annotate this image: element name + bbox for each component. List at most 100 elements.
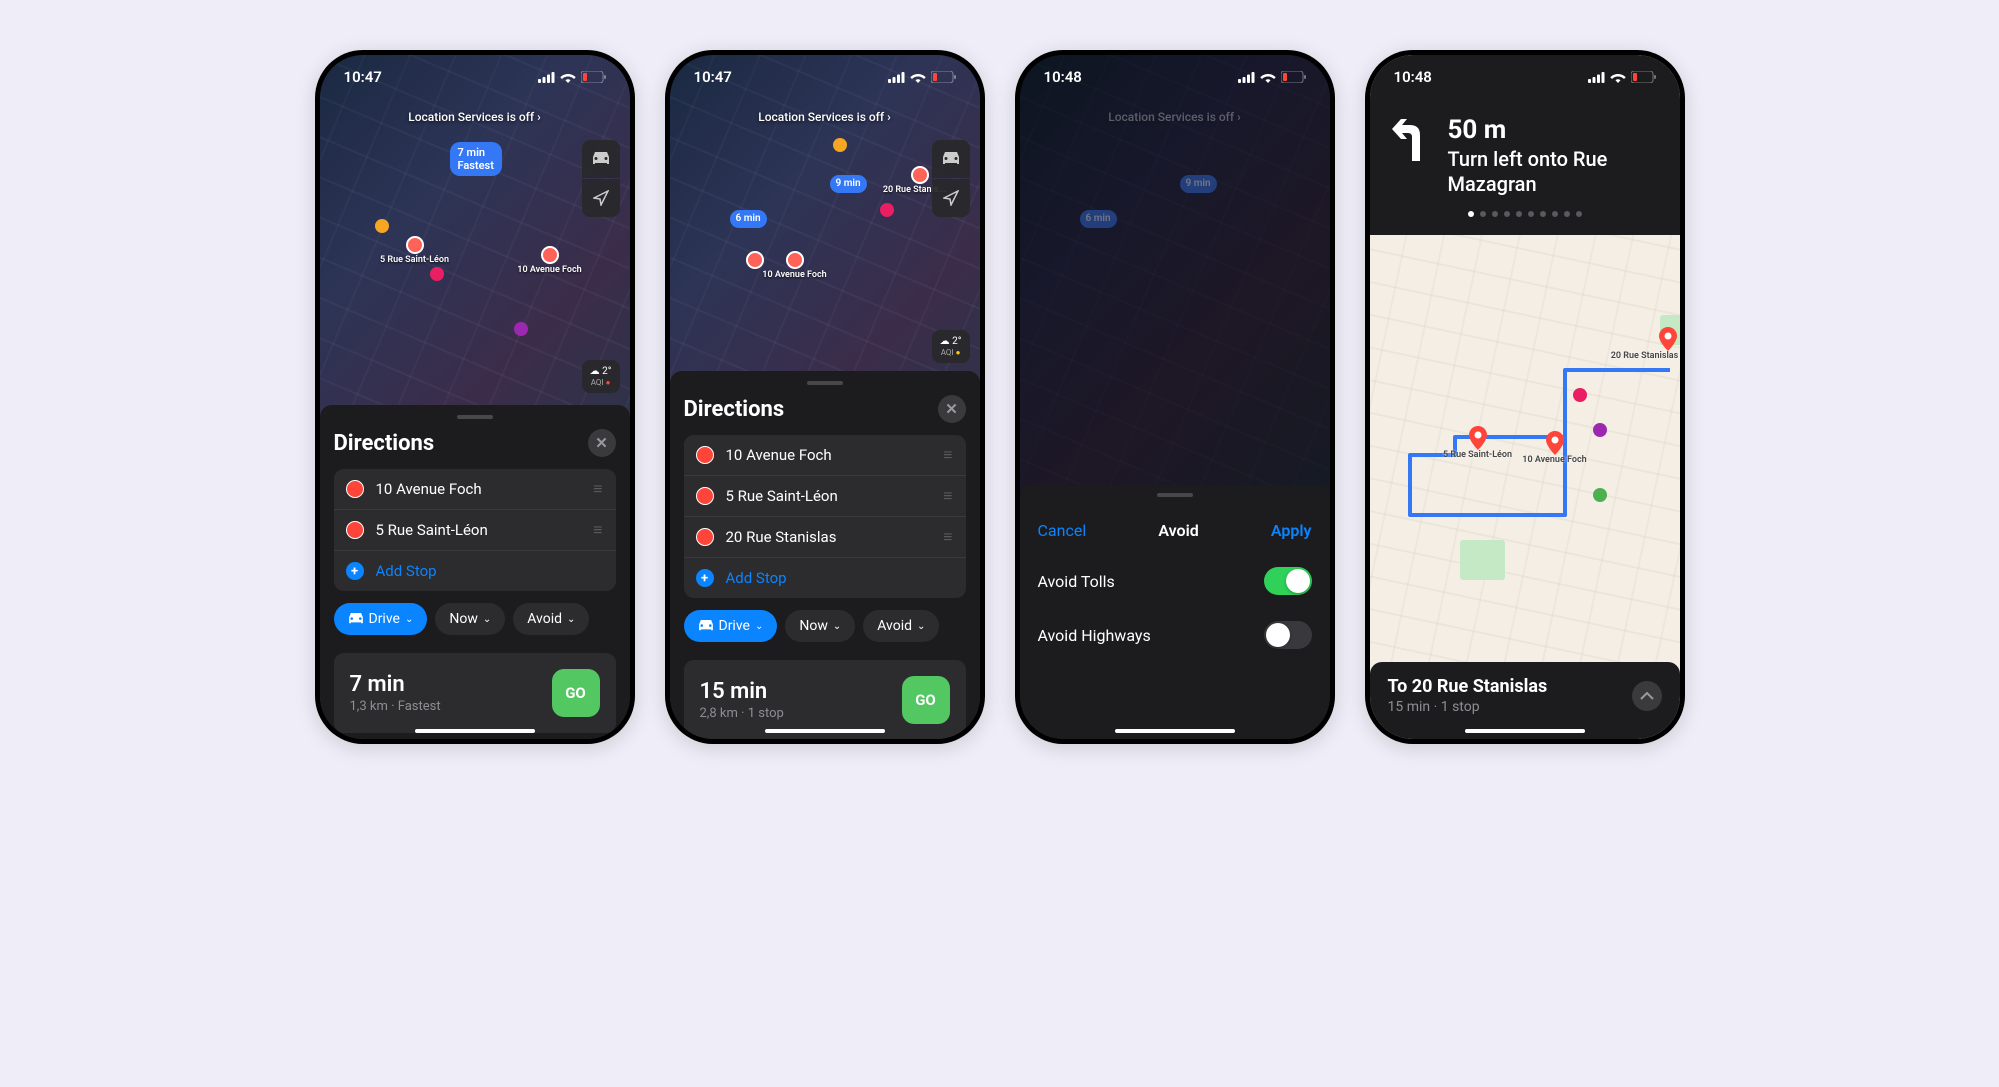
step-indicator[interactable]: [1390, 211, 1660, 217]
route-time-callout[interactable]: 6 min: [730, 210, 767, 228]
stop-row[interactable]: 20 Rue Stanislas ≡: [684, 517, 966, 558]
phone-1: 7 min Fastest 5 Rue Saint-Léon 10 Avenue…: [315, 50, 635, 744]
sheet-title: Directions: [684, 397, 785, 422]
add-stop-row[interactable]: + Add Stop: [684, 558, 966, 598]
map-pin-icon[interactable]: [406, 236, 424, 254]
wifi-icon: [1260, 72, 1276, 83]
avoid-highways-toggle[interactable]: [1264, 621, 1312, 649]
route-subtitle: 2,8 km · 1 stop: [700, 706, 784, 721]
phone-3: 9 min 6 min 10:48 Location Services is o…: [1015, 50, 1335, 744]
drive-mode-pill[interactable]: Drive ⌄: [334, 603, 428, 635]
weather-badge[interactable]: ☁ 2° AQI ●: [582, 360, 620, 393]
driving-mode-button[interactable]: [932, 140, 970, 178]
chevron-down-icon: ⌄: [483, 614, 491, 625]
time-pill[interactable]: Now ⌄: [785, 610, 855, 642]
avoid-pill[interactable]: Avoid ⌄: [863, 610, 939, 642]
sheet-grabber[interactable]: [457, 415, 493, 419]
route-subtitle: 1,3 km · Fastest: [350, 699, 441, 714]
plus-icon: +: [696, 569, 714, 587]
route-card[interactable]: 7 min 1,3 km · Fastest GO: [334, 653, 616, 733]
poi-icon: [375, 219, 389, 233]
directions-sheet[interactable]: Directions ✕ 10 Avenue Foch ≡ 5 Rue Sain…: [320, 405, 630, 739]
plus-icon: +: [346, 562, 364, 580]
drive-mode-pill[interactable]: Drive ⌄: [684, 610, 778, 642]
avoid-header: Cancel Avoid Apply: [1020, 507, 1330, 554]
avoid-tolls-toggle[interactable]: [1264, 567, 1312, 595]
avoid-highways-label: Avoid Highways: [1038, 626, 1151, 645]
home-indicator[interactable]: [765, 729, 885, 733]
poi-icon: [1593, 423, 1607, 437]
location-banner[interactable]: Location Services is off ›: [408, 110, 541, 124]
status-time: 10:48: [1394, 68, 1432, 86]
map-pin-icon[interactable]: [746, 251, 764, 269]
stop-row[interactable]: 5 Rue Saint-Léon ≡: [334, 510, 616, 551]
home-indicator[interactable]: [415, 729, 535, 733]
directions-sheet[interactable]: Directions ✕ 10 Avenue Foch ≡ 5 Rue Sain…: [670, 371, 980, 739]
apply-button[interactable]: Apply: [1271, 521, 1312, 540]
home-indicator[interactable]: [1465, 729, 1585, 733]
battery-icon: [931, 71, 956, 83]
route-summary: 15 min 2,8 km · 1 stop: [700, 679, 784, 721]
poi-icon: [1593, 488, 1607, 502]
map-pin-icon[interactable]: [786, 251, 804, 269]
pin-label: 5 Rue Saint-Léon: [1443, 450, 1512, 460]
close-button[interactable]: ✕: [938, 395, 966, 423]
sheet-grabber[interactable]: [1157, 493, 1193, 497]
avoid-pill[interactable]: Avoid ⌄: [513, 603, 589, 635]
expand-button[interactable]: [1632, 681, 1662, 711]
avoid-tolls-label: Avoid Tolls: [1038, 572, 1115, 591]
stop-row[interactable]: 10 Avenue Foch ≡: [334, 469, 616, 510]
location-button[interactable]: [582, 179, 620, 217]
close-button[interactable]: ✕: [588, 429, 616, 457]
sheet-grabber[interactable]: [807, 381, 843, 385]
drag-handle-icon[interactable]: ≡: [943, 493, 953, 499]
drag-handle-icon[interactable]: ≡: [593, 527, 603, 533]
drag-handle-icon[interactable]: ≡: [943, 534, 953, 540]
map-pin-icon[interactable]: [1546, 431, 1564, 455]
cancel-button[interactable]: Cancel: [1038, 521, 1087, 540]
route-time-callout[interactable]: 9 min: [830, 175, 867, 193]
nav-destination-sub: 15 min · 1 stop: [1388, 699, 1548, 715]
nav-footer[interactable]: To 20 Rue Stanislas 15 min · 1 stop: [1370, 662, 1680, 739]
route-card[interactable]: 15 min 2,8 km · 1 stop GO: [684, 660, 966, 739]
route-summary: 7 min 1,3 km · Fastest: [350, 672, 441, 714]
stop-name: 5 Rue Saint-Léon: [376, 521, 594, 539]
time-pill[interactable]: Now ⌄: [435, 603, 505, 635]
go-button[interactable]: GO: [552, 669, 600, 717]
add-stop-row[interactable]: + Add Stop: [334, 551, 616, 591]
route-time-callout[interactable]: 7 min Fastest: [450, 142, 502, 176]
stop-name: 5 Rue Saint-Léon: [726, 487, 944, 505]
options-pills: Drive ⌄ Now ⌄ Avoid ⌄: [684, 610, 966, 642]
stop-row[interactable]: 10 Avenue Foch ≡: [684, 435, 966, 476]
home-indicator[interactable]: [1115, 729, 1235, 733]
wifi-icon: [910, 72, 926, 83]
map-pin-icon[interactable]: [1469, 426, 1487, 450]
driving-mode-button[interactable]: [582, 140, 620, 178]
avoid-sheet[interactable]: Cancel Avoid Apply Avoid Tolls Avoid Hig…: [1020, 485, 1330, 739]
map-pin-icon[interactable]: [911, 166, 929, 184]
drag-handle-icon[interactable]: ≡: [593, 486, 603, 492]
options-pills: Drive ⌄ Now ⌄ Avoid ⌄: [334, 603, 616, 635]
map-pin-icon[interactable]: [541, 246, 559, 264]
location-banner[interactable]: Location Services is off ›: [758, 110, 891, 124]
route-line: [1370, 225, 1680, 645]
map-pin-icon[interactable]: [1659, 327, 1677, 351]
route-time: 15 min: [700, 679, 784, 704]
status-time: 10:48: [1044, 68, 1082, 86]
screen-1: 7 min Fastest 5 Rue Saint-Léon 10 Avenue…: [320, 55, 630, 739]
chevron-down-icon: ⌄: [567, 614, 575, 625]
stops-list: 10 Avenue Foch ≡ 5 Rue Saint-Léon ≡ + Ad…: [334, 469, 616, 591]
pin-icon: [696, 487, 714, 505]
screen-3: 9 min 6 min 10:48 Location Services is o…: [1020, 55, 1330, 739]
chevron-down-icon: ⌄: [405, 614, 413, 625]
weather-badge[interactable]: ☁ 2° AQI ●: [932, 330, 970, 363]
wifi-icon: [1610, 72, 1626, 83]
drag-handle-icon[interactable]: ≡: [943, 452, 953, 458]
sheet-header: Directions ✕: [334, 429, 616, 457]
route-time-callout: 6 min: [1080, 210, 1117, 228]
pin-label: 20 Rue Stanislas: [1611, 351, 1678, 361]
stop-row[interactable]: 5 Rue Saint-Léon ≡: [684, 476, 966, 517]
location-button[interactable]: [932, 179, 970, 217]
go-button[interactable]: GO: [902, 676, 950, 724]
status-time: 10:47: [344, 68, 382, 86]
